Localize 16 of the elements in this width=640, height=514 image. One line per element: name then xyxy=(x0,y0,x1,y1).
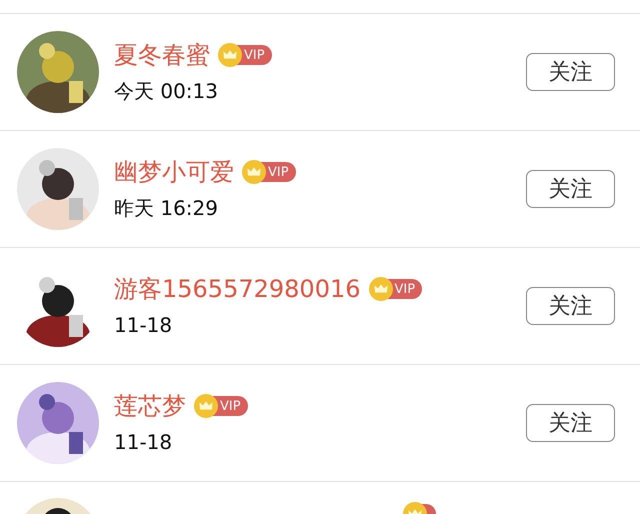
follow-button[interactable]: 关注 xyxy=(526,170,615,208)
follow-button[interactable]: 关注 xyxy=(526,404,615,442)
post-time: 11-18 xyxy=(114,312,174,338)
post-time: 11-18 xyxy=(114,429,174,455)
vip-badge: VIP xyxy=(244,162,296,182)
post-time: 昨天 16:29 xyxy=(114,195,219,221)
user-name[interactable]: 夏冬春蜜 xyxy=(114,40,210,70)
vip-badge: VIP xyxy=(196,396,248,416)
follow-button[interactable]: 关注 xyxy=(526,287,615,325)
user-name[interactable]: 游客1565572980016 xyxy=(114,274,361,304)
vip-badge: VIP xyxy=(220,45,272,65)
follow-button[interactable]: 关注 xyxy=(526,53,615,91)
post-time: 今天 00:13 xyxy=(114,78,219,104)
user-name[interactable]: 幽梦小可爱 xyxy=(114,157,234,187)
user-name[interactable]: 莲芯梦 xyxy=(114,391,186,421)
vip-badge: VIP xyxy=(370,279,422,299)
